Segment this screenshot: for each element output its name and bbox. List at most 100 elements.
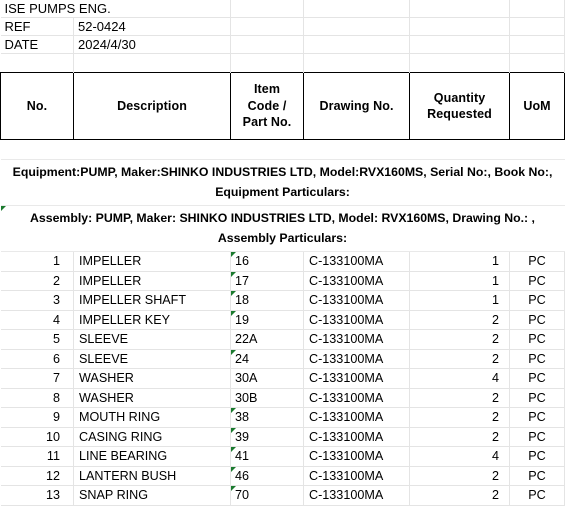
cell-drawing-no[interactable]: C-133100MA: [303, 407, 411, 428]
table-row[interactable]: 11 LINE BEARING 41 C-133100MA 4 PC: [0, 446, 566, 467]
column-header-description[interactable]: Description: [72, 72, 232, 140]
cell-drawing-no[interactable]: C-133100MA: [303, 485, 411, 506]
column-header-item-code[interactable]: Item Code / Part No.: [230, 72, 305, 140]
cell-item-code[interactable]: 22A: [230, 329, 305, 350]
cell-description[interactable]: IMPELLER SHAFT: [73, 290, 232, 311]
cell-quantity[interactable]: 1: [409, 271, 511, 291]
cell-no[interactable]: 5: [0, 329, 74, 350]
cell-uom[interactable]: PC: [509, 290, 566, 311]
cell-quantity[interactable]: 2: [409, 485, 511, 506]
cell-no[interactable]: 3: [0, 290, 74, 311]
column-header-uom[interactable]: UoM: [509, 72, 566, 140]
cell-description[interactable]: IMPELLER: [73, 271, 232, 291]
cell-item-code[interactable]: 46: [230, 466, 305, 486]
cell-no[interactable]: 1: [0, 251, 74, 272]
cell-no[interactable]: 6: [0, 349, 74, 369]
cell-drawing-no[interactable]: C-133100MA: [303, 251, 411, 272]
cell-item-code[interactable]: 38: [230, 407, 305, 428]
cell-description[interactable]: LANTERN BUSH: [73, 466, 232, 486]
cell-drawing-no[interactable]: C-133100MA: [303, 271, 411, 291]
cell-quantity[interactable]: 1: [409, 251, 511, 272]
column-header-no[interactable]: No.: [0, 72, 74, 140]
cell-item-code[interactable]: 19: [230, 310, 305, 330]
date-value[interactable]: 2024/4/30: [73, 35, 232, 54]
cell-uom[interactable]: PC: [509, 251, 566, 272]
table-row[interactable]: 12 LANTERN BUSH 46 C-133100MA 2 PC: [0, 466, 566, 486]
cell-description[interactable]: SNAP RING: [73, 485, 232, 506]
table-row[interactable]: 1 IMPELLER 16 C-133100MA 1 PC: [0, 251, 566, 272]
cell-description[interactable]: WASHER: [73, 368, 232, 389]
section-row-equipment[interactable]: Equipment:PUMP, Maker:SHINKO INDUSTRIES …: [0, 159, 565, 206]
cell-item-code[interactable]: 30B: [230, 388, 305, 408]
table-row[interactable]: 2 IMPELLER 17 C-133100MA 1 PC: [0, 271, 566, 291]
cell-uom[interactable]: PC: [509, 427, 566, 447]
cell-drawing-no[interactable]: C-133100MA: [303, 446, 411, 467]
cell-drawing-no[interactable]: C-133100MA: [303, 329, 411, 350]
cell-drawing-no[interactable]: C-133100MA: [303, 368, 411, 389]
cell-description[interactable]: IMPELLER KEY: [73, 310, 232, 330]
cell-item-code[interactable]: 16: [230, 251, 305, 272]
cell-uom[interactable]: PC: [509, 388, 566, 408]
cell-item-code[interactable]: 70: [230, 485, 305, 506]
cell-description[interactable]: MOUTH RING: [73, 407, 232, 428]
cell-uom[interactable]: PC: [509, 310, 566, 330]
column-header-drawing-no[interactable]: Drawing No.: [303, 72, 411, 140]
cell-description[interactable]: IMPELLER: [73, 251, 232, 272]
table-row[interactable]: 9 MOUTH RING 38 C-133100MA 2 PC: [0, 407, 566, 428]
cell-quantity[interactable]: 4: [409, 368, 511, 389]
cell-no[interactable]: 10: [0, 427, 74, 447]
table-row[interactable]: 8 WASHER 30B C-133100MA 2 PC: [0, 388, 566, 408]
cell-no[interactable]: 8: [0, 388, 74, 408]
cell-quantity[interactable]: 2: [409, 407, 511, 428]
cell-description[interactable]: SLEEVE: [73, 349, 232, 369]
cell-drawing-no[interactable]: C-133100MA: [303, 349, 411, 369]
cell-quantity[interactable]: 2: [409, 310, 511, 330]
cell-description[interactable]: SLEEVE: [73, 329, 232, 350]
cell-uom[interactable]: PC: [509, 466, 566, 486]
cell-no[interactable]: 11: [0, 446, 74, 467]
cell-no[interactable]: 12: [0, 466, 74, 486]
cell-uom[interactable]: PC: [509, 446, 566, 467]
cell-item-code[interactable]: 41: [230, 446, 305, 467]
cell-item-code[interactable]: 17: [230, 271, 305, 291]
cell-uom[interactable]: PC: [509, 271, 566, 291]
cell-no[interactable]: 4: [0, 310, 74, 330]
section-row-assembly[interactable]: Assembly: PUMP, Maker: SHINKO INDUSTRIES…: [0, 205, 565, 252]
table-row[interactable]: 5 SLEEVE 22A C-133100MA 2 PC: [0, 329, 566, 350]
cell-quantity[interactable]: 2: [409, 427, 511, 447]
cell-uom[interactable]: PC: [509, 407, 566, 428]
table-row[interactable]: 6 SLEEVE 24 C-133100MA 2 PC: [0, 349, 566, 369]
column-header-quantity-requested[interactable]: Quantity Requested: [409, 72, 511, 140]
cell-item-code[interactable]: 24: [230, 349, 305, 369]
cell-uom[interactable]: PC: [509, 368, 566, 389]
cell-item-code[interactable]: 39: [230, 427, 305, 447]
table-row[interactable]: 4 IMPELLER KEY 19 C-133100MA 2 PC: [0, 310, 566, 330]
cell-quantity[interactable]: 2: [409, 388, 511, 408]
cell-uom[interactable]: PC: [509, 349, 566, 369]
cell-drawing-no[interactable]: C-133100MA: [303, 310, 411, 330]
cell-quantity[interactable]: 2: [409, 466, 511, 486]
cell-item-code[interactable]: 30A: [230, 368, 305, 389]
cell-quantity[interactable]: 1: [409, 290, 511, 311]
cell-uom[interactable]: PC: [509, 485, 566, 506]
cell-drawing-no[interactable]: C-133100MA: [303, 466, 411, 486]
cell-no[interactable]: 7: [0, 368, 74, 389]
table-row[interactable]: 13 SNAP RING 70 C-133100MA 2 PC: [0, 485, 566, 506]
cell-description[interactable]: WASHER: [73, 388, 232, 408]
cell-drawing-no[interactable]: C-133100MA: [303, 388, 411, 408]
cell-quantity[interactable]: 2: [409, 329, 511, 350]
ref-value[interactable]: 52-0424: [73, 17, 232, 36]
cell-drawing-no[interactable]: C-133100MA: [303, 427, 411, 447]
table-row[interactable]: 10 CASING RING 39 C-133100MA 2 PC: [0, 427, 566, 447]
cell-quantity[interactable]: 2: [409, 349, 511, 369]
table-row[interactable]: 3 IMPELLER SHAFT 18 C-133100MA 1 PC: [0, 290, 566, 311]
table-row[interactable]: 7 WASHER 30A C-133100MA 4 PC: [0, 368, 566, 389]
cell-description[interactable]: CASING RING: [73, 427, 232, 447]
cell-description[interactable]: LINE BEARING: [73, 446, 232, 467]
cell-no[interactable]: 9: [0, 407, 74, 428]
cell-item-code[interactable]: 18: [230, 290, 305, 311]
cell-drawing-no[interactable]: C-133100MA: [303, 290, 411, 311]
cell-quantity[interactable]: 4: [409, 446, 511, 467]
cell-uom[interactable]: PC: [509, 329, 566, 350]
cell-no[interactable]: 2: [0, 271, 74, 291]
